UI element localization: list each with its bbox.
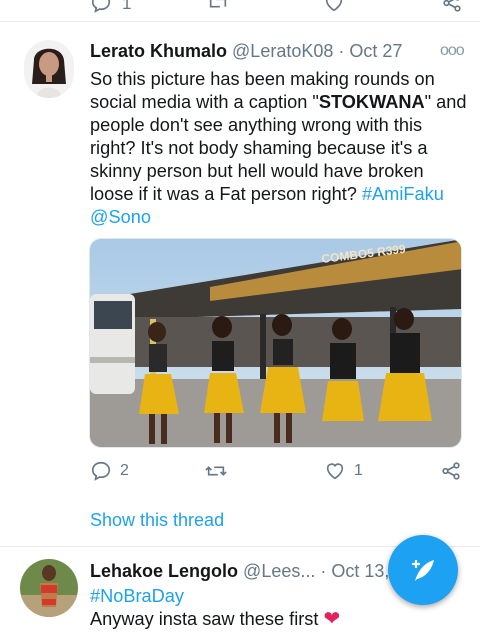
author-name[interactable]: Lerato Khumalo bbox=[90, 41, 227, 61]
tweet-header: Lehakoe Lengolo @Lees... · Oct 13, 2 bbox=[90, 561, 404, 582]
reply-icon[interactable] bbox=[90, 0, 112, 19]
reply-count: 2 bbox=[120, 462, 129, 479]
author-handle[interactable]: @Lees... bbox=[243, 561, 315, 581]
separator-dot: · bbox=[338, 41, 345, 61]
retweet-button[interactable] bbox=[204, 460, 228, 482]
compose-tweet-button[interactable] bbox=[388, 535, 458, 605]
tweet-actions: 2 1 bbox=[90, 460, 460, 484]
previous-reply-count: 1 bbox=[122, 0, 132, 13]
tweet-text: So this picture has been making rounds o… bbox=[90, 69, 467, 227]
like-icon[interactable] bbox=[323, 0, 345, 19]
tweet-text: #NoBraDay Anyway insta saw these first ❤ bbox=[90, 586, 341, 630]
reply-button[interactable]: 2 bbox=[90, 460, 129, 482]
retweet-icon[interactable] bbox=[206, 0, 230, 19]
tweet-date[interactable]: Oct 27 bbox=[349, 41, 402, 61]
tweet-header: Lerato Khumalo @LeratoK08 · Oct 27 bbox=[90, 41, 402, 62]
tweet[interactable]: Lerato Khumalo @LeratoK08 · Oct 27 ooo S… bbox=[0, 28, 480, 546]
more-options-icon[interactable]: ooo bbox=[440, 42, 465, 60]
hashtag-link[interactable]: #AmiFaku bbox=[362, 184, 444, 204]
author-name[interactable]: Lehakoe Lengolo bbox=[90, 561, 238, 581]
show-thread-link[interactable]: Show this thread bbox=[90, 510, 224, 531]
like-count: 1 bbox=[354, 462, 363, 479]
hashtag-link[interactable]: #NoBraDay bbox=[90, 586, 184, 606]
separator-dot: · bbox=[320, 561, 327, 581]
share-button[interactable] bbox=[440, 460, 462, 482]
author-handle[interactable]: @LeratoK08 bbox=[232, 41, 333, 61]
mention-link[interactable]: @Sono bbox=[90, 207, 151, 227]
heart-emoji-icon: ❤ bbox=[323, 608, 341, 630]
avatar[interactable] bbox=[24, 40, 74, 98]
previous-tweet-actions: 1 bbox=[0, 0, 480, 22]
compose-feather-icon bbox=[411, 559, 434, 581]
tweet-photo[interactable]: COMBO5 R399 bbox=[89, 238, 462, 448]
bold-caption: STOKWANA bbox=[318, 92, 425, 112]
like-icon bbox=[326, 463, 344, 480]
reply-icon bbox=[91, 461, 111, 481]
retweet-icon bbox=[205, 466, 227, 476]
avatar[interactable] bbox=[20, 559, 78, 617]
like-button[interactable]: 1 bbox=[324, 460, 363, 482]
share-icon bbox=[442, 462, 460, 480]
share-icon[interactable] bbox=[441, 0, 463, 19]
